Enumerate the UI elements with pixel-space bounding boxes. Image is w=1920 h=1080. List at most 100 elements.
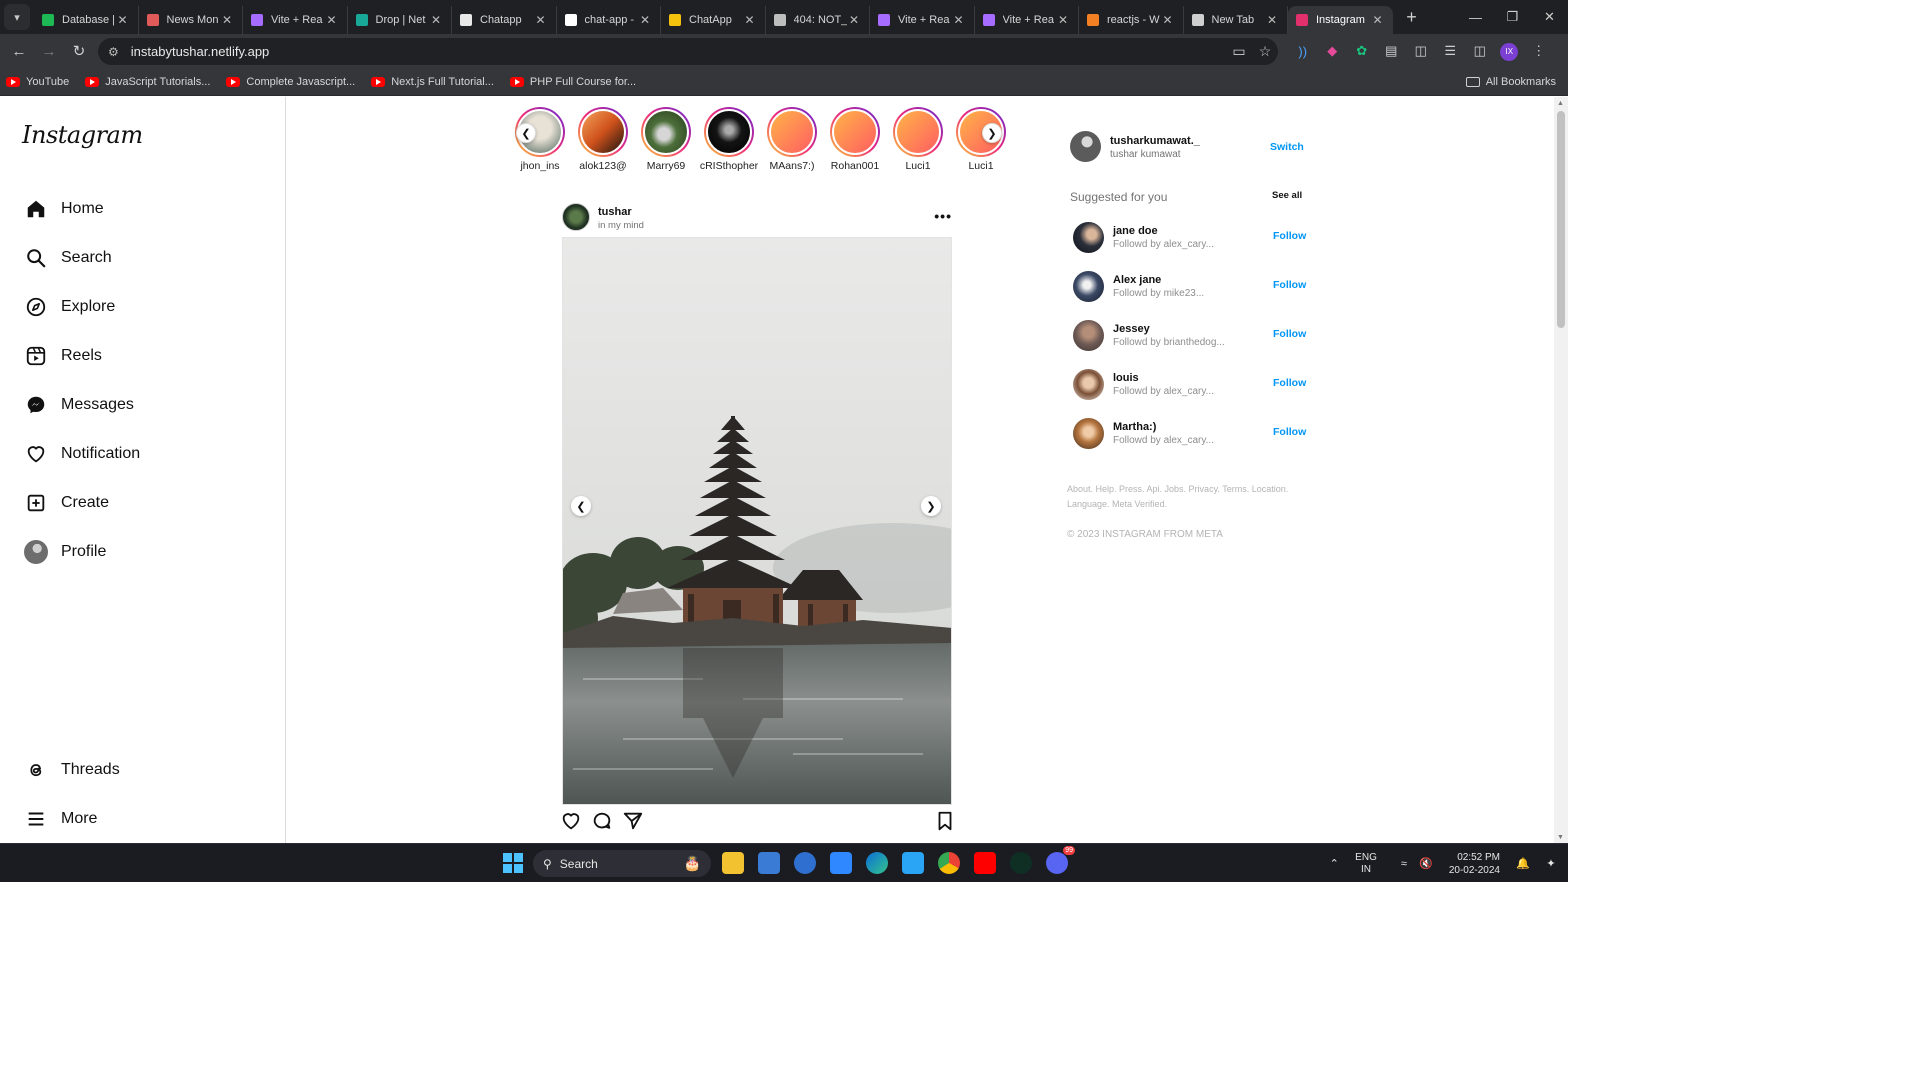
story-item[interactable]: Marry69 [635,107,697,172]
media-prev-button[interactable]: ❮ [571,496,591,516]
bookmark-item[interactable]: Next.js Full Tutorial... [371,76,494,88]
follow-button[interactable]: Follow [1273,230,1306,242]
browser-tab[interactable]: Vite + Rea ✕ [870,6,975,34]
browser-menu-icon[interactable]: ⋮ [1524,43,1554,59]
mongodb-compass-icon[interactable] [1010,852,1032,874]
browser-tab[interactable]: Chatapp ✕ [452,6,557,34]
see-all-button[interactable]: See all [1272,190,1302,201]
browser-tab[interactable]: New Tab ✕ [1184,6,1288,34]
windows-start-icon[interactable] [502,852,524,874]
tab-close-icon[interactable]: ✕ [1161,13,1175,27]
tab-search-button[interactable]: ▾ [4,4,30,30]
address-bar[interactable]: ⚙ instabytushar.netlify.app ▭ ☆ [98,38,1278,65]
scroll-down-arrow[interactable]: ▼ [1557,834,1564,841]
nav-explore[interactable]: Explore [24,292,115,322]
follow-button[interactable]: Follow [1273,377,1306,389]
tray-overflow-chevron-icon[interactable]: ⌃ [1323,857,1345,870]
nav-search[interactable]: Search [24,243,112,273]
share-send-icon[interactable] [622,810,644,837]
story-item[interactable]: MAans7:) [761,107,823,172]
tab-close-icon[interactable]: ✕ [1265,13,1279,27]
browser-tab[interactable]: Database | ✕ [34,6,139,34]
reload-button[interactable]: ↻ [64,36,94,66]
follow-button[interactable]: Follow [1273,426,1306,438]
story-item[interactable]: Luci1 [887,107,949,172]
nav-home[interactable]: Home [24,194,104,224]
browser-tab[interactable]: Vite + Rea ✕ [243,6,348,34]
suggestion-avatar[interactable] [1073,369,1104,400]
tab-close-icon[interactable]: ✕ [220,13,234,27]
nav-create[interactable]: Create [24,488,109,518]
copilot-icon[interactable]: ✦ [1540,857,1562,870]
like-heart-icon[interactable] [560,810,582,837]
scroll-up-arrow[interactable]: ▲ [1557,100,1564,107]
post-author-avatar[interactable] [562,203,590,231]
nav-messages[interactable]: Messages [24,390,134,420]
story-item[interactable]: Luci1 [950,107,1012,172]
extension-icon-4[interactable]: ▤ [1377,43,1407,59]
suggestion-username[interactable]: Jessey [1113,323,1150,335]
side-panel-icon[interactable]: ◫ [1465,43,1495,59]
browser-tab[interactable]: Drop | Net ✕ [348,6,452,34]
url-text[interactable]: instabytushar.netlify.app [131,44,1226,59]
forward-button[interactable]: → [34,36,64,66]
save-bookmark-icon[interactable] [934,810,956,837]
suggestion-username[interactable]: louis [1113,372,1139,384]
tab-close-icon[interactable]: ✕ [743,13,757,27]
tab-close-icon[interactable]: ✕ [847,13,861,27]
nav-profile[interactable]: Profile [24,537,106,567]
tab-close-icon[interactable]: ✕ [325,13,339,27]
suggestion-avatar[interactable] [1073,222,1104,253]
volume-muted-icon[interactable]: 🔇 [1415,857,1437,870]
restore-button[interactable]: ❐ [1494,0,1531,34]
suggestion-username[interactable]: Alex jane [1113,274,1161,286]
tab-close-icon[interactable]: ✕ [116,13,130,27]
tab-close-icon[interactable]: ✕ [429,13,443,27]
extension-icon-1[interactable]: )) [1288,44,1318,59]
browser-tab[interactable]: News Mon ✕ [139,6,243,34]
browser-tab[interactable]: reactjs - W ✕ [1079,6,1184,34]
tab-close-icon[interactable]: ✕ [1371,13,1385,27]
suggestion-avatar[interactable] [1073,271,1104,302]
follow-button[interactable]: Follow [1273,279,1306,291]
chatgpt-extension-icon[interactable]: ✿ [1347,43,1377,59]
clock[interactable]: 02:52 PM 20-02-2024 [1449,851,1500,877]
page-scrollbar[interactable]: ▲ ▼ [1554,97,1568,843]
site-settings-icon[interactable]: ⚙ [108,45,119,59]
current-user-username[interactable]: tusharkumawat._ [1110,135,1200,147]
back-button[interactable]: ← [4,36,34,66]
language-indicator[interactable]: ENG IN [1355,852,1377,876]
new-tab-button[interactable]: + [1399,4,1425,30]
media-next-button[interactable]: ❯ [921,496,941,516]
suggestion-avatar[interactable] [1073,418,1104,449]
tab-close-icon[interactable]: ✕ [638,13,652,27]
stories-prev-button[interactable]: ❮ [516,123,536,143]
stories-next-button[interactable]: ❯ [982,123,1002,143]
post-options-icon[interactable]: ••• [934,208,952,224]
story-item[interactable]: alok123@ [572,107,634,172]
suggestion-avatar[interactable] [1073,320,1104,351]
story-item[interactable]: Rohan001 [824,107,886,172]
post-image[interactable]: ❮ ❯ [562,237,952,805]
discord-icon[interactable]: 99 [1046,846,1075,874]
nav-threads[interactable]: Threads [24,755,120,785]
vscode-icon[interactable] [902,852,924,874]
all-bookmarks-button[interactable]: All Bookmarks [1465,68,1556,96]
follow-button[interactable]: Follow [1273,328,1306,340]
media-controls-icon[interactable]: ☰ [1436,43,1466,59]
browser-tab[interactable]: Instagram ✕ [1288,6,1393,34]
profile-button[interactable]: IX [1495,42,1525,61]
current-user-avatar[interactable] [1070,131,1101,162]
tab-close-icon[interactable]: ✕ [534,13,548,27]
nav-reels[interactable]: Reels [24,341,102,371]
tab-close-icon[interactable]: ✕ [1056,13,1070,27]
close-window-button[interactable]: ✕ [1531,0,1568,34]
tab-close-icon[interactable]: ✕ [952,13,966,27]
minimize-button[interactable]: — [1457,0,1494,34]
bookmark-item[interactable]: YouTube [6,76,69,88]
control-panel-icon[interactable] [758,852,780,874]
bookmark-item[interactable]: Complete Javascript... [226,76,355,88]
chrome-icon[interactable] [938,852,960,874]
extensions-puzzle-icon[interactable]: ◫ [1406,43,1436,59]
app-icon-blue[interactable] [794,852,816,874]
